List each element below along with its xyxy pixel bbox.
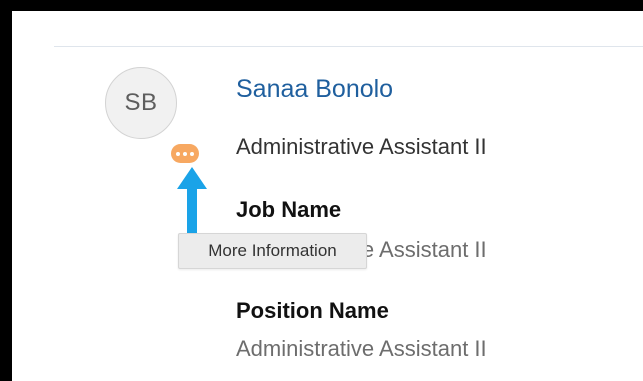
more-horizontal-icon-dot: [176, 151, 180, 156]
divider: [54, 46, 643, 47]
profile-title: Administrative Assistant II: [236, 134, 487, 159]
more-horizontal-icon-dot: [190, 151, 194, 156]
avatar: SB: [105, 67, 177, 139]
position-name-label: Position Name: [236, 298, 389, 323]
job-name-label: Job Name: [236, 197, 342, 222]
more-information-button[interactable]: [171, 144, 199, 163]
more-horizontal-icon-dot: [183, 151, 187, 156]
profile-card: SB Sanaa Bonolo Administrative Assistant…: [12, 11, 643, 381]
arrow-up-icon: [177, 167, 207, 243]
more-information-tooltip: More Information: [178, 233, 367, 269]
avatar-initials: SB: [124, 89, 158, 116]
position-name-value: Administrative Assistant II: [236, 336, 487, 361]
profile-name-link[interactable]: Sanaa Bonolo: [236, 75, 393, 104]
